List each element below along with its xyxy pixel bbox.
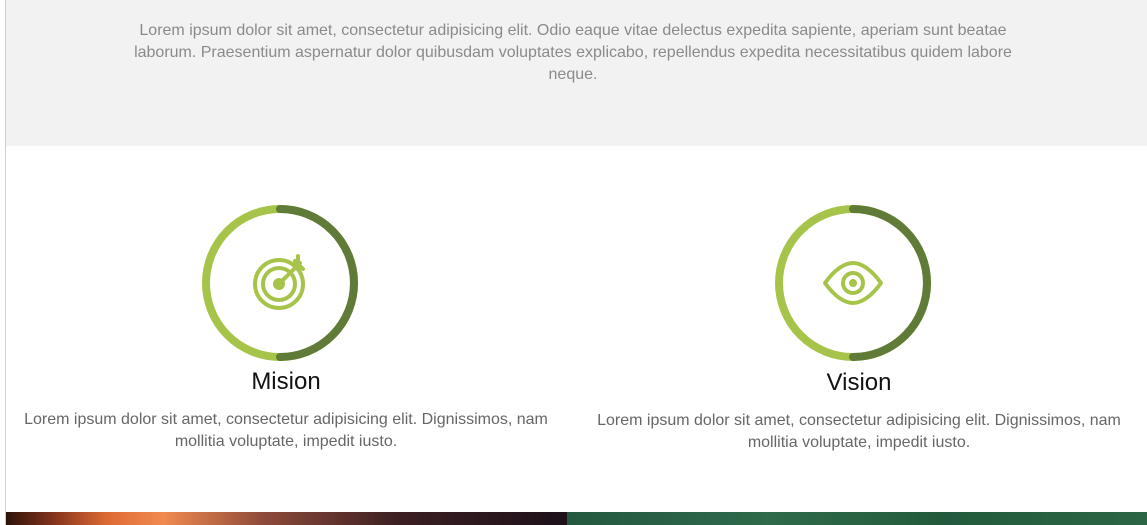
vision-title: Vision: [826, 369, 892, 396]
vision-progress-ring: [774, 204, 932, 362]
target-icon: [253, 254, 305, 310]
bottom-image-strip: [6, 512, 1147, 525]
mission-progress-ring: [201, 204, 359, 362]
eye-icon: [823, 261, 883, 305]
vision-card: Vision Lorem ipsum dolor sit amet, conse…: [579, 146, 1139, 512]
mission-description: Lorem ipsum dolor sit amet, consectetur …: [24, 411, 548, 450]
intro-paragraph: Lorem ipsum dolor sit amet, consectetur …: [134, 22, 1012, 83]
vision-description: Lorem ipsum dolor sit amet, consectetur …: [597, 412, 1121, 451]
mission-title: Mision: [251, 368, 321, 395]
intro-section: Lorem ipsum dolor sit amet, consectetur …: [6, 0, 1147, 146]
mission-card: Mision Lorem ipsum dolor sit amet, conse…: [6, 146, 566, 512]
warm-photo-preview: [6, 512, 567, 525]
mission-vision-section: Mision Lorem ipsum dolor sit amet, conse…: [6, 146, 1147, 512]
green-photo-preview: [567, 512, 1147, 525]
